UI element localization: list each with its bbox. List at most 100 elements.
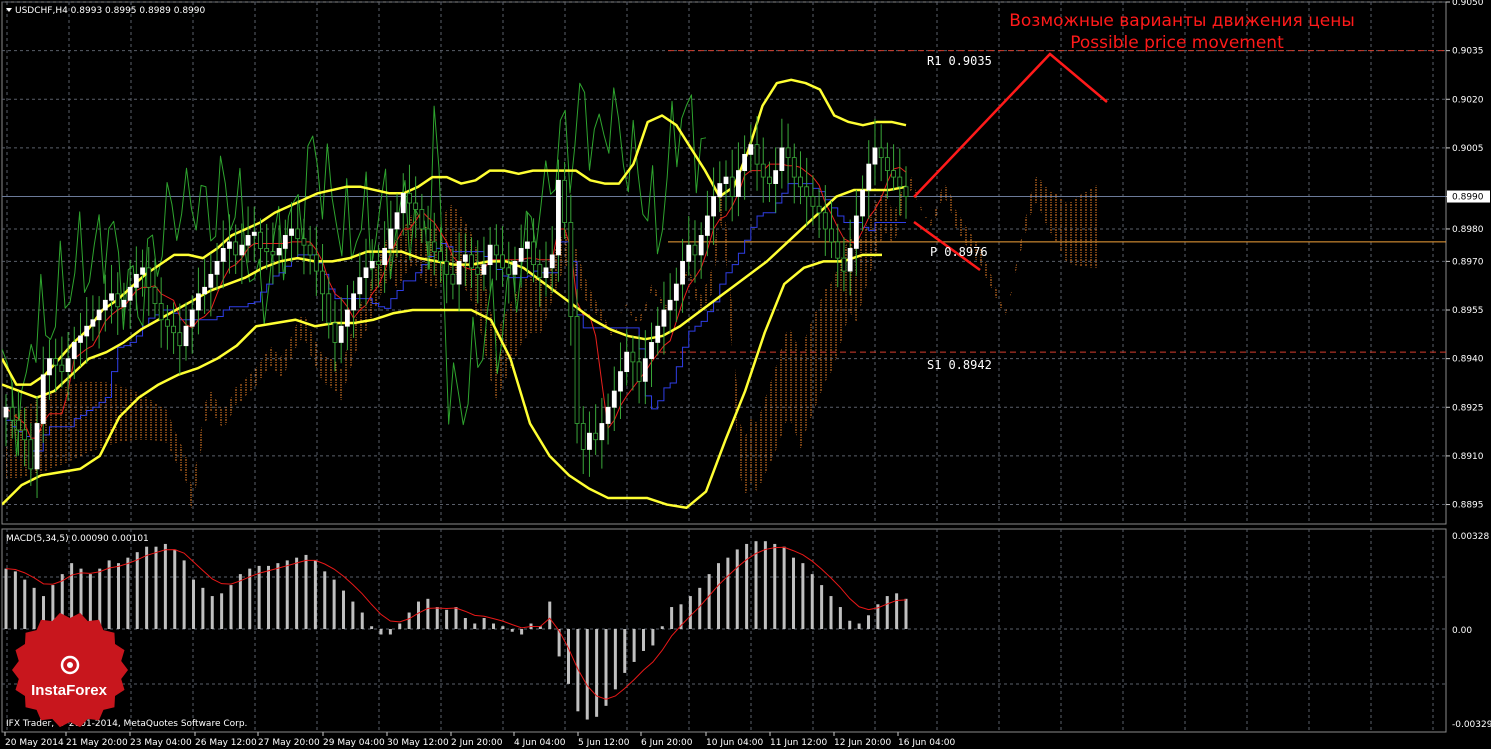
x-tick-label: 10 Jun 04:00 bbox=[706, 738, 763, 748]
macd-bar bbox=[595, 629, 599, 717]
candle-body bbox=[96, 309, 102, 321]
candle-body bbox=[698, 235, 704, 256]
candle-body bbox=[493, 244, 499, 256]
candle-body bbox=[202, 286, 208, 295]
candle-body bbox=[524, 241, 530, 249]
price-chart[interactable]: R1 0.9035 P 0.8976 S1 0.8942 Возможные вари… bbox=[0, 0, 1491, 749]
candle-body bbox=[382, 248, 388, 266]
candle-body bbox=[444, 260, 450, 275]
macd-bar bbox=[398, 623, 402, 629]
macd-bar bbox=[257, 565, 261, 629]
macd-bar bbox=[707, 574, 711, 629]
macd-bar bbox=[501, 626, 505, 629]
candle-body bbox=[630, 351, 636, 363]
macd-bar bbox=[848, 620, 852, 629]
candle-body bbox=[556, 179, 561, 256]
y-tick-label: 0.8970 bbox=[1452, 257, 1484, 267]
candle-body bbox=[351, 293, 356, 311]
candle-body bbox=[295, 228, 301, 240]
candle-body bbox=[388, 228, 394, 249]
x-tick-label: 11 Jun 12:00 bbox=[770, 738, 827, 748]
macd-bar bbox=[304, 554, 308, 629]
macd-bar bbox=[445, 609, 449, 629]
macd-bar bbox=[267, 565, 270, 629]
y-tick-label: 0.9035 bbox=[1452, 47, 1484, 57]
candle-body bbox=[736, 170, 741, 197]
candle-body bbox=[307, 244, 313, 256]
candle-body bbox=[767, 176, 772, 184]
macd-bar bbox=[670, 607, 674, 629]
candle-body bbox=[71, 342, 77, 360]
candle-body bbox=[214, 260, 220, 275]
candle-body bbox=[270, 251, 276, 256]
candle-body bbox=[227, 241, 232, 249]
candle-body bbox=[779, 147, 785, 171]
candle-body bbox=[543, 267, 549, 278]
candle-body bbox=[158, 303, 164, 321]
candle-body bbox=[140, 267, 145, 275]
candle-body bbox=[320, 270, 325, 295]
candle-body bbox=[127, 286, 133, 301]
candle-body bbox=[183, 325, 189, 347]
macd-bar bbox=[623, 629, 627, 673]
candle-body bbox=[475, 267, 481, 275]
candle-body bbox=[897, 176, 903, 188]
candle-body bbox=[624, 351, 630, 373]
candle-body bbox=[593, 432, 599, 441]
candle-body bbox=[537, 264, 543, 278]
y-tick-label: 0.8925 bbox=[1452, 403, 1484, 413]
candle-body bbox=[500, 254, 505, 269]
macd-bar bbox=[370, 626, 374, 629]
candle-body bbox=[289, 228, 294, 236]
macd-bar bbox=[585, 629, 589, 720]
macd-bar bbox=[492, 623, 495, 629]
macd-bar bbox=[792, 557, 795, 629]
x-tick-label: 26 May 12:00 bbox=[195, 738, 257, 748]
macd-bar bbox=[632, 629, 636, 662]
x-tick-label: 4 Jun 04:00 bbox=[514, 738, 566, 748]
candle-body bbox=[717, 183, 723, 197]
candle-body bbox=[841, 257, 847, 272]
macd-bar bbox=[567, 629, 570, 684]
candle-body bbox=[84, 325, 90, 337]
current-price-label: 0.8990 bbox=[1452, 193, 1484, 203]
macd-bar bbox=[182, 560, 186, 629]
candle-body bbox=[344, 309, 350, 327]
candle-body bbox=[28, 439, 34, 470]
macd-bar bbox=[107, 560, 111, 629]
candle-body bbox=[568, 222, 574, 317]
symbol-header: USDCHF,H4 0.8993 0.8995 0.8989 0.8990 bbox=[15, 6, 205, 16]
candle-body bbox=[102, 299, 108, 311]
x-tick-label: 12 Jun 20:00 bbox=[834, 738, 891, 748]
candle-body bbox=[655, 325, 661, 343]
candle-body bbox=[220, 248, 226, 262]
candle-body bbox=[363, 267, 369, 278]
macd-bar bbox=[510, 629, 514, 632]
logo-text: InstaForex bbox=[31, 682, 108, 699]
candle-body bbox=[65, 358, 71, 373]
macd-bar bbox=[379, 629, 383, 635]
candle-body bbox=[394, 212, 400, 230]
candle-body bbox=[357, 277, 363, 295]
candle-body bbox=[804, 186, 810, 197]
macd-bar bbox=[285, 560, 289, 629]
candle-body bbox=[512, 260, 518, 275]
candle-body bbox=[791, 157, 797, 178]
candle-body bbox=[164, 319, 170, 327]
candle-body bbox=[189, 309, 195, 327]
macd-bar bbox=[126, 557, 130, 629]
copyright-footer: IFX Trader, © 2001-2014, MetaQuotes Soft… bbox=[6, 719, 247, 729]
macd-bar bbox=[229, 585, 233, 629]
candle-body bbox=[282, 235, 288, 249]
y-tick-label: 0.8895 bbox=[1452, 501, 1484, 511]
macd-bar bbox=[4, 568, 8, 629]
candle-body bbox=[853, 215, 859, 249]
x-tick-label: 29 May 04:00 bbox=[323, 738, 385, 748]
candle-body bbox=[239, 244, 245, 256]
macd-bar bbox=[613, 629, 617, 690]
x-tick-label: 6 Jun 20:00 bbox=[641, 738, 693, 748]
candle-body bbox=[667, 299, 673, 311]
candle-body bbox=[798, 176, 803, 188]
s1-level-label: S1 0.8942 bbox=[927, 358, 992, 372]
candle-body bbox=[847, 248, 853, 272]
